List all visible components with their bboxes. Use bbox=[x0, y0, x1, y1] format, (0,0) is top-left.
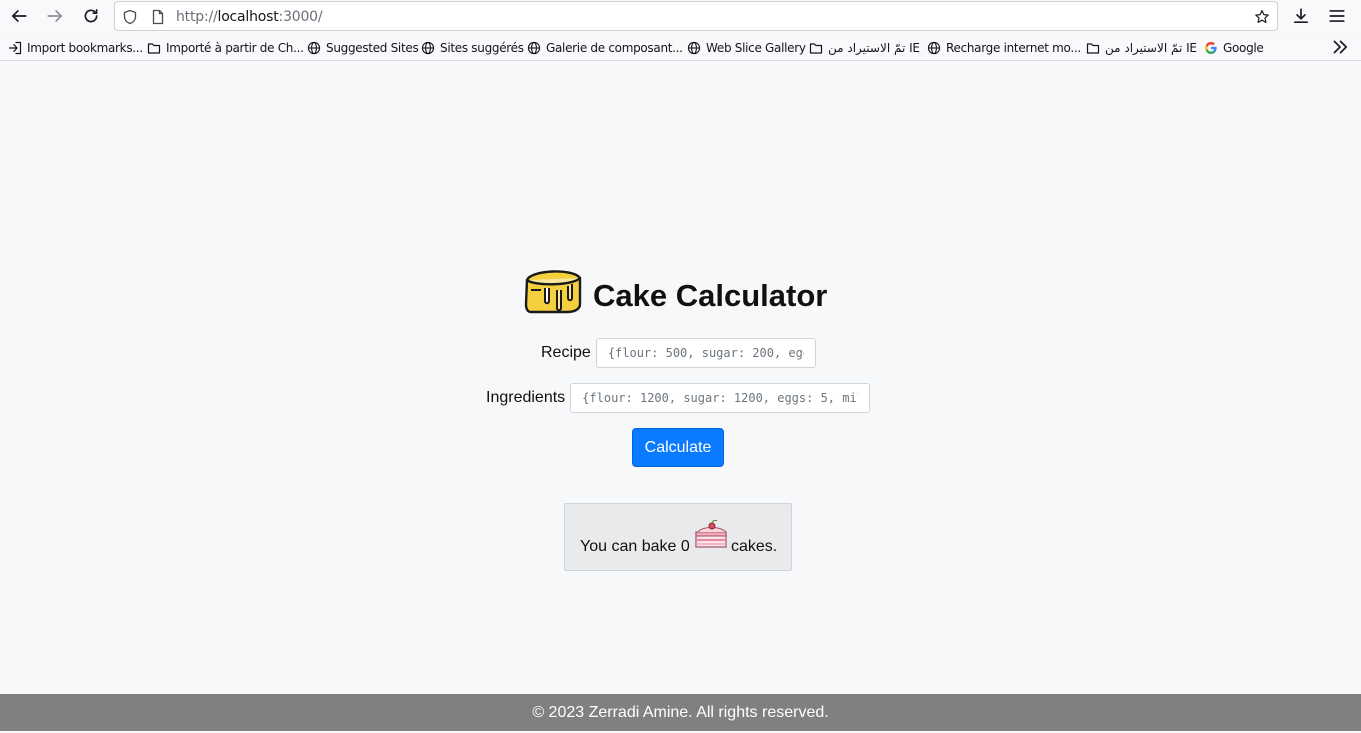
recipe-input[interactable] bbox=[595, 338, 816, 368]
globe-icon bbox=[687, 41, 701, 55]
download-icon[interactable] bbox=[1287, 4, 1315, 28]
globe-icon bbox=[527, 41, 541, 55]
folder-icon bbox=[147, 41, 161, 55]
star-icon[interactable] bbox=[1253, 8, 1271, 26]
bookmark-item[interactable]: Sites suggérés bbox=[421, 39, 524, 57]
reload-icon[interactable] bbox=[77, 4, 105, 28]
chevron-double-right-icon[interactable] bbox=[1331, 38, 1349, 56]
back-icon[interactable] bbox=[5, 4, 33, 28]
globe-icon bbox=[927, 41, 941, 55]
bookmark-item[interactable]: Importé à partir de Ch... bbox=[147, 39, 304, 57]
recipe-label: Recipe bbox=[541, 344, 591, 361]
url-text[interactable]: http://localhost:3000/ bbox=[176, 9, 323, 25]
footer-text: © 2023 Zerradi Amine. All rights reserve… bbox=[532, 703, 829, 721]
shield-icon[interactable] bbox=[121, 8, 139, 26]
bookmark-item[interactable]: Google bbox=[1204, 39, 1264, 57]
cake-slice-icon bbox=[695, 520, 727, 548]
result-suffix: cakes. bbox=[731, 538, 778, 555]
menu-icon[interactable] bbox=[1323, 4, 1351, 28]
recipe-row: Recipe bbox=[541, 338, 816, 368]
bookmark-item[interactable]: Import bookmarks... bbox=[8, 39, 143, 57]
page-body: Cake Calculator Recipe Ingredients Calcu… bbox=[0, 62, 1361, 694]
google-icon bbox=[1204, 41, 1218, 55]
bookmark-item[interactable]: تمّ الاستيراد من IE bbox=[809, 39, 920, 57]
ingredients-row: Ingredients bbox=[486, 383, 871, 413]
calculate-button[interactable]: Calculate bbox=[632, 428, 724, 467]
page-icon[interactable] bbox=[149, 8, 167, 26]
folder-icon bbox=[1086, 41, 1100, 55]
bookmark-item[interactable]: Suggested Sites bbox=[307, 39, 419, 57]
bookmark-item[interactable]: Galerie de composant... bbox=[527, 39, 683, 57]
bookmark-item[interactable]: Web Slice Gallery bbox=[687, 39, 806, 57]
folder-icon bbox=[809, 41, 823, 55]
footer: © 2023 Zerradi Amine. All rights reserve… bbox=[0, 694, 1361, 731]
ingredients-label: Ingredients bbox=[486, 389, 566, 406]
globe-icon bbox=[421, 41, 435, 55]
url-bar[interactable]: http://localhost:3000/ bbox=[114, 1, 1278, 31]
result-prefix: You can bake 0 bbox=[580, 538, 690, 555]
bookmarks-bar: Import bookmarks... Importé à partir de … bbox=[0, 33, 1361, 61]
result-box: You can bake 0 cakes. bbox=[564, 503, 792, 571]
forward-icon[interactable] bbox=[41, 4, 69, 28]
bookmark-item[interactable]: Recharge internet mo... bbox=[927, 39, 1081, 57]
bookmark-item[interactable]: تمّ الاستيراد من IE bbox=[1086, 39, 1197, 57]
ingredients-input[interactable] bbox=[570, 383, 871, 413]
globe-icon bbox=[307, 41, 321, 55]
title-row: Cake Calculator bbox=[523, 260, 827, 316]
import-icon bbox=[8, 41, 22, 55]
page-title: Cake Calculator bbox=[593, 278, 828, 313]
cheese-icon bbox=[524, 270, 582, 314]
browser-toolbar: http://localhost:3000/ bbox=[0, 0, 1361, 32]
